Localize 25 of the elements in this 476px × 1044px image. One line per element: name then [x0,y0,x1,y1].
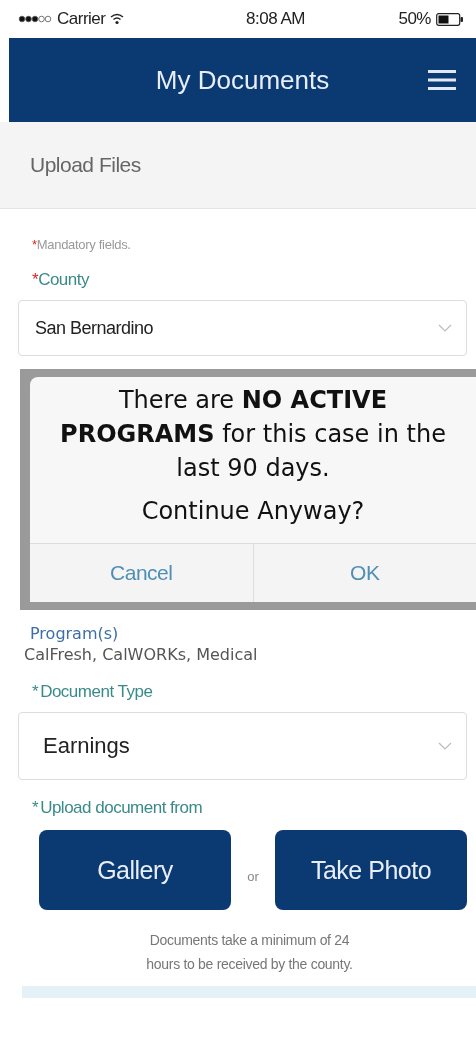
mandatory-note: *Mandatory fields. [32,237,132,252]
menu-icon[interactable] [428,69,456,91]
info-note: Documents take a minimum of 24 hours to be received by the county. [145,931,354,974]
field-label: Program(s) [30,624,120,643]
chevron-icon [438,324,452,332]
take-photo-button[interactable]: Take Photo [275,830,467,910]
gallery-button[interactable]: Gallery [39,830,231,910]
dialog-message: There are NO ACTIVE PROGRAMS for this case in the last 90 days. [59,385,447,484]
field-value: CalFresh, CalWORKs, Medical [24,645,259,664]
status-time: 8:08 AM [246,9,305,29]
field-label: *Upload document from [32,798,204,818]
wifi-icon [110,13,125,25]
page-title: My Documents [155,64,330,96]
carrier-name: Carrier [57,9,106,29]
separator-text: or [247,868,259,884]
chevron-icon [438,742,452,750]
document-type-dropdown[interactable]: Earnings [18,712,467,780]
county-dropdown[interactable]: San Bernardino [18,300,467,356]
battery-percent: 50% [398,9,431,29]
field-label: *Document Type [32,682,154,702]
section-title: Upload Files [30,153,141,177]
field-label: *County [32,270,91,290]
battery-icon [436,12,464,26]
signal-icon [18,15,52,23]
dialog-question: Continue Anyway? [141,497,365,525]
